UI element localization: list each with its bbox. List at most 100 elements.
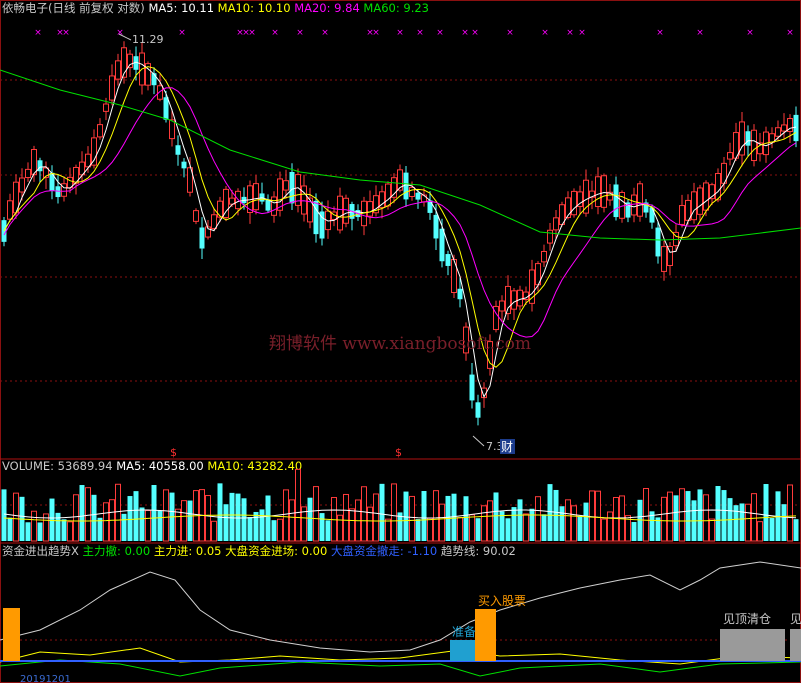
volume-bar-down bbox=[229, 492, 235, 541]
candle-up bbox=[271, 196, 277, 216]
volume-bar-down bbox=[7, 517, 13, 541]
volume-bar-up bbox=[433, 490, 439, 542]
candle-down bbox=[745, 131, 751, 146]
header-item: MA5: 40558.00 bbox=[116, 459, 207, 473]
candle-up bbox=[565, 197, 571, 219]
volume-bar-down bbox=[511, 507, 517, 541]
candle-down bbox=[445, 254, 451, 266]
header-item: VOLUME: 53689.94 bbox=[2, 459, 116, 473]
volume-bar-down bbox=[475, 518, 481, 541]
volume-bar-down bbox=[733, 505, 739, 541]
exit-block bbox=[720, 629, 785, 661]
candle-series bbox=[1, 41, 799, 426]
candle-up bbox=[517, 289, 523, 307]
volume-bar-up bbox=[589, 490, 595, 542]
x-mark: × bbox=[248, 28, 256, 38]
prepare-block bbox=[450, 640, 475, 661]
volume-bar-up bbox=[565, 499, 571, 542]
candle-up bbox=[499, 300, 505, 312]
ma20-line bbox=[3, 87, 797, 338]
candle-up bbox=[511, 290, 517, 310]
x-mark: × bbox=[506, 28, 514, 38]
volume-bar-down bbox=[793, 519, 799, 541]
volume-bar-down bbox=[253, 511, 259, 541]
buy-label: 买入股票 bbox=[478, 594, 526, 608]
indicator-header: 资金进出趋势X 主力撤: 0.00 主力进: 0.05 大盘资金进场: 0.00… bbox=[2, 544, 516, 558]
volume-bar-down bbox=[91, 494, 97, 541]
candle-up bbox=[193, 210, 199, 222]
volume-bar-up bbox=[283, 489, 289, 542]
volume-bar-up bbox=[277, 518, 283, 542]
volume-bar-down bbox=[631, 522, 637, 541]
candle-up bbox=[751, 129, 757, 162]
volume-bar-down bbox=[121, 513, 127, 541]
volume-bar-up bbox=[31, 510, 37, 542]
volume-bar-up bbox=[601, 518, 607, 542]
volume-bar-up bbox=[427, 517, 433, 542]
volume-bar-up bbox=[595, 490, 601, 542]
candle-down bbox=[649, 207, 655, 223]
volume-bar-up bbox=[67, 521, 73, 542]
header-item: 大盘资金进场: 0.00 bbox=[225, 544, 331, 558]
volume-bar-down bbox=[235, 493, 241, 541]
date-fragment: 20191201 bbox=[20, 674, 71, 683]
volume-bar-down bbox=[319, 513, 325, 541]
candle-up bbox=[301, 185, 307, 215]
candle-up bbox=[553, 217, 559, 231]
high-label: 11.29 bbox=[132, 33, 164, 46]
candle-up bbox=[283, 180, 289, 191]
volume-bar-up bbox=[181, 500, 187, 542]
candle-down bbox=[613, 184, 619, 218]
candle-down bbox=[403, 172, 409, 200]
candle-up bbox=[661, 246, 667, 272]
volume-bar-down bbox=[577, 516, 583, 541]
volume-bar-up bbox=[163, 489, 169, 542]
candle-up bbox=[91, 137, 97, 166]
candle-up bbox=[631, 194, 637, 216]
volume-bar-up bbox=[535, 496, 541, 542]
candle-down bbox=[199, 227, 205, 249]
exit-label-short: 见 bbox=[790, 612, 801, 626]
volume-bar-up bbox=[205, 495, 211, 542]
header-item: 趋势线: 90.02 bbox=[441, 544, 516, 558]
candle-up bbox=[679, 205, 685, 225]
volume-bar-down bbox=[685, 491, 691, 541]
volume-bar-up bbox=[745, 503, 751, 542]
x-mark: × bbox=[271, 28, 279, 38]
candle-up bbox=[385, 183, 391, 207]
volume-bar-up bbox=[295, 468, 301, 542]
volume-bar-up bbox=[703, 494, 709, 542]
x-mark: × bbox=[436, 28, 444, 38]
candle-up bbox=[31, 149, 37, 175]
ma10-line bbox=[3, 66, 797, 368]
prepare-label: 准备 bbox=[452, 625, 476, 639]
volume-bar-down bbox=[559, 506, 565, 541]
volume-bar-down bbox=[259, 509, 265, 541]
signal-bar-left bbox=[3, 608, 20, 661]
x-mark: × bbox=[396, 28, 404, 38]
volume-bar-down bbox=[271, 520, 277, 541]
volume-bar-down bbox=[307, 497, 313, 541]
x-mark: × bbox=[296, 28, 304, 38]
low-annotation: 7.30 财 bbox=[472, 435, 515, 454]
header-item: MA60: 9.23 bbox=[363, 1, 429, 15]
indicator-lines bbox=[0, 561, 801, 677]
volume-bar-down bbox=[247, 517, 253, 541]
volume-bar-up bbox=[73, 494, 79, 542]
x-mark: × bbox=[578, 28, 586, 38]
volume-bar-down bbox=[55, 512, 61, 541]
candle-up bbox=[691, 191, 697, 221]
dollar-mark-2: $ bbox=[395, 446, 402, 459]
candle-up bbox=[367, 201, 373, 217]
volume-bar-down bbox=[25, 522, 31, 541]
volume-bar-down bbox=[715, 486, 721, 541]
volume-bar-down bbox=[583, 502, 589, 541]
volume-bar-down bbox=[541, 514, 547, 541]
volume-bar-up bbox=[145, 510, 151, 542]
volume-bar-down bbox=[265, 495, 271, 541]
volume-bar-up bbox=[661, 496, 667, 542]
volume-bar-up bbox=[751, 493, 757, 542]
candle-down bbox=[655, 227, 661, 257]
volume-bar-down bbox=[697, 489, 703, 541]
candle-down bbox=[163, 97, 169, 120]
